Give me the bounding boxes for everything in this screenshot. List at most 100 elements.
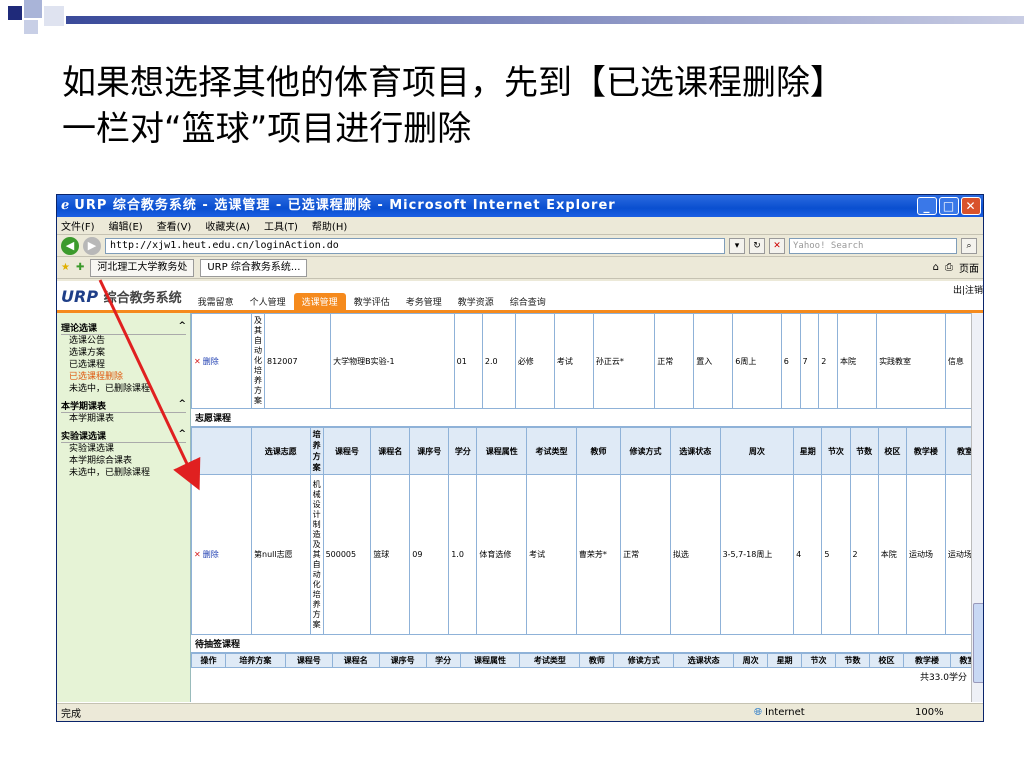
column-header: 节次 <box>801 653 837 668</box>
column-header: 修读方式 <box>613 653 675 668</box>
pending-course-table: 操作 培养方案 课程号 课程名 课序号 学分 课程属性 考试类型 教师 修读方式 选课状态 周次 星期节… <box>191 653 983 668</box>
column-header: 教师 <box>575 427 622 475</box>
column-header: 学分 <box>425 653 461 668</box>
column-header: 周次 <box>719 427 795 475</box>
search-icon[interactable]: ⌕ <box>961 237 977 254</box>
window-title: URP 综合教务系统 - 选课管理 - 已选课程删除 - Microsoft I… <box>74 198 616 213</box>
window-titlebar[interactable]: ℯ URP 综合教务系统 - 选课管理 - 已选课程删除 - Microsoft… <box>57 195 983 217</box>
ie-logo-icon: ℯ <box>61 198 71 213</box>
column-header: 课程属性 <box>476 427 528 475</box>
column-header: 选课状态 <box>669 427 721 475</box>
minimize-button[interactable]: _ <box>917 197 937 215</box>
column-header: 课程号 <box>284 653 333 668</box>
column-header: 教学楼 <box>903 653 951 668</box>
menu-item[interactable]: 查看(V) <box>157 218 192 233</box>
nav-tab[interactable]: 个人管理 <box>242 293 294 310</box>
page-menu[interactable]: 页面 <box>959 260 979 275</box>
logout-link[interactable]: 出|注销 <box>953 283 983 296</box>
site-logo: URP 综合教务系统 <box>61 287 182 310</box>
address-bar: ◀ ▶ http://xjw1.heut.edu.cn/loginAction.… <box>57 235 983 257</box>
globe-icon: 🌐︎ <box>754 707 762 718</box>
column-header: 选课志愿 <box>251 427 311 475</box>
slide-title: 如果想选择其他的体育项目，先到【已选课程删除】 一栏对“篮球”项目进行删除 <box>62 60 1002 152</box>
column-header: 考试类型 <box>519 653 581 668</box>
home-icon[interactable]: ⌂ <box>933 262 939 273</box>
column-header: 节次 <box>821 427 851 475</box>
table-header-row: 操作 培养方案 课程号 课程名 课序号 学分 课程属性 考试类型 教师 修读方式 选课状态 周次 星期节… <box>191 653 983 668</box>
forward-icon[interactable]: ▶ <box>83 236 101 255</box>
column-header: 课程属性 <box>459 653 521 668</box>
close-button[interactable]: ✕ <box>961 197 981 215</box>
nav-tab[interactable]: 选课管理 <box>293 293 346 310</box>
delete-link[interactable]: 删除 <box>194 357 219 366</box>
slide-title-line1: 如果想选择其他的体育项目，先到【已选课程删除】 <box>62 63 844 103</box>
collapse-icon[interactable]: ^ <box>178 399 186 412</box>
menu-item[interactable]: 编辑(E) <box>109 218 143 233</box>
column-header <box>191 427 252 475</box>
nav-tab[interactable]: 我需留意 <box>190 293 242 310</box>
sidebar-item[interactable]: 本学期课表 <box>61 413 186 425</box>
column-header: 校区 <box>877 427 907 475</box>
zoom-level[interactable]: 100% <box>915 707 983 718</box>
section-title-pending: 待抽签课程 <box>191 635 983 653</box>
nav-tab[interactable]: 教学评估 <box>346 293 398 310</box>
sidebar-section-label: 理论选课 <box>61 324 98 334</box>
credit-total: 共33.0学分 <box>919 673 967 683</box>
sidebar-item[interactable]: 未选中，已删除课程 <box>61 467 186 479</box>
site-header: URP 综合教务系统 我需留意 个人管理 选课管理 教学评估 考务管理 教学资源 综合查询 … <box>57 281 983 313</box>
column-header: 节数 <box>835 653 871 668</box>
collapse-icon[interactable]: ^ <box>178 321 186 334</box>
add-favorite-icon[interactable]: ✚ <box>76 262 84 273</box>
delete-basketball-link[interactable]: 删除 <box>194 550 219 559</box>
favorites-star-icon[interactable]: ★ <box>61 262 70 273</box>
sidebar-section-title[interactable]: 理论选课 ^ <box>61 321 186 335</box>
top-rule <box>66 16 1024 24</box>
maximize-button[interactable]: □ <box>939 197 959 215</box>
column-header: 考试类型 <box>526 427 577 475</box>
sidebar-section-title[interactable]: 本学期课表 ^ <box>61 399 186 413</box>
scroll-thumb[interactable] <box>973 603 983 683</box>
column-header: 课程名 <box>370 427 411 475</box>
nav-tab[interactable]: 综合查询 <box>502 293 554 310</box>
column-header: 校区 <box>869 653 905 668</box>
sidebar-item[interactable]: 已选课程 <box>61 359 186 371</box>
search-input[interactable]: Yahoo! Search <box>789 237 957 254</box>
column-header: 操作 <box>191 653 226 668</box>
nav-tab[interactable]: 教学资源 <box>450 293 502 310</box>
nav-tab[interactable]: 考务管理 <box>398 293 450 310</box>
status-bar: 完成 🌐︎ Internet 100% <box>57 703 983 721</box>
column-header: 课序号 <box>378 653 427 668</box>
menu-item[interactable]: 帮助(H) <box>312 218 347 233</box>
collapse-icon[interactable]: ^ <box>178 429 186 442</box>
sidebar-item[interactable]: 未选中，已删除课程 <box>61 383 186 395</box>
menu-item[interactable]: 工具(T) <box>264 218 298 233</box>
slide-title-line2: 一栏对“篮球”项目进行删除 <box>62 109 472 149</box>
back-icon[interactable]: ◀ <box>61 236 79 255</box>
dropdown-icon[interactable]: ▾ <box>729 237 745 254</box>
sidebar-item[interactable]: 已选课程删除 <box>61 371 186 383</box>
column-header: 星期 <box>767 653 803 668</box>
sidebar-item[interactable]: 选课公告 <box>61 335 186 347</box>
sidebar-section-label: 本学期课表 <box>61 402 107 412</box>
address-input[interactable]: http://xjw1.heut.edu.cn/loginAction.do <box>105 237 725 254</box>
menu-item[interactable]: 文件(F) <box>61 218 95 233</box>
column-header: 教学楼 <box>905 427 946 475</box>
column-header: 课程名 <box>331 653 380 668</box>
section-title-volunteer: 志愿课程 <box>191 409 983 427</box>
sidebar-item[interactable]: 实验课选课 <box>61 443 186 455</box>
refresh-icon[interactable]: ↻ <box>749 237 765 254</box>
column-header: 星期 <box>793 427 823 475</box>
stop-icon[interactable]: ✕ <box>769 237 785 254</box>
sidebar-section-title[interactable]: 实验课选课 ^ <box>61 429 186 443</box>
page-content: URP 综合教务系统 我需留意 个人管理 选课管理 教学评估 考务管理 教学资源 综合查询 … <box>57 281 983 705</box>
print-icon[interactable]: ⎙ <box>945 262 953 273</box>
fav-link[interactable]: 河北理工大学教务处 <box>90 258 195 277</box>
menu-item[interactable]: 收藏夹(A) <box>205 218 250 233</box>
sidebar-item[interactable]: 本学期综合课表 <box>61 455 186 467</box>
browser-tab[interactable]: URP 综合教务系统... <box>200 258 308 277</box>
table-row: 删除 第null志愿 机械设计制造及其自动化培养方案 500005 篮球 09 … <box>191 474 983 635</box>
zone-text: Internet <box>765 707 805 718</box>
column-header: 课程号 <box>322 427 372 475</box>
sidebar-item[interactable]: 选课方案 <box>61 347 186 359</box>
vertical-scrollbar[interactable] <box>971 313 983 702</box>
